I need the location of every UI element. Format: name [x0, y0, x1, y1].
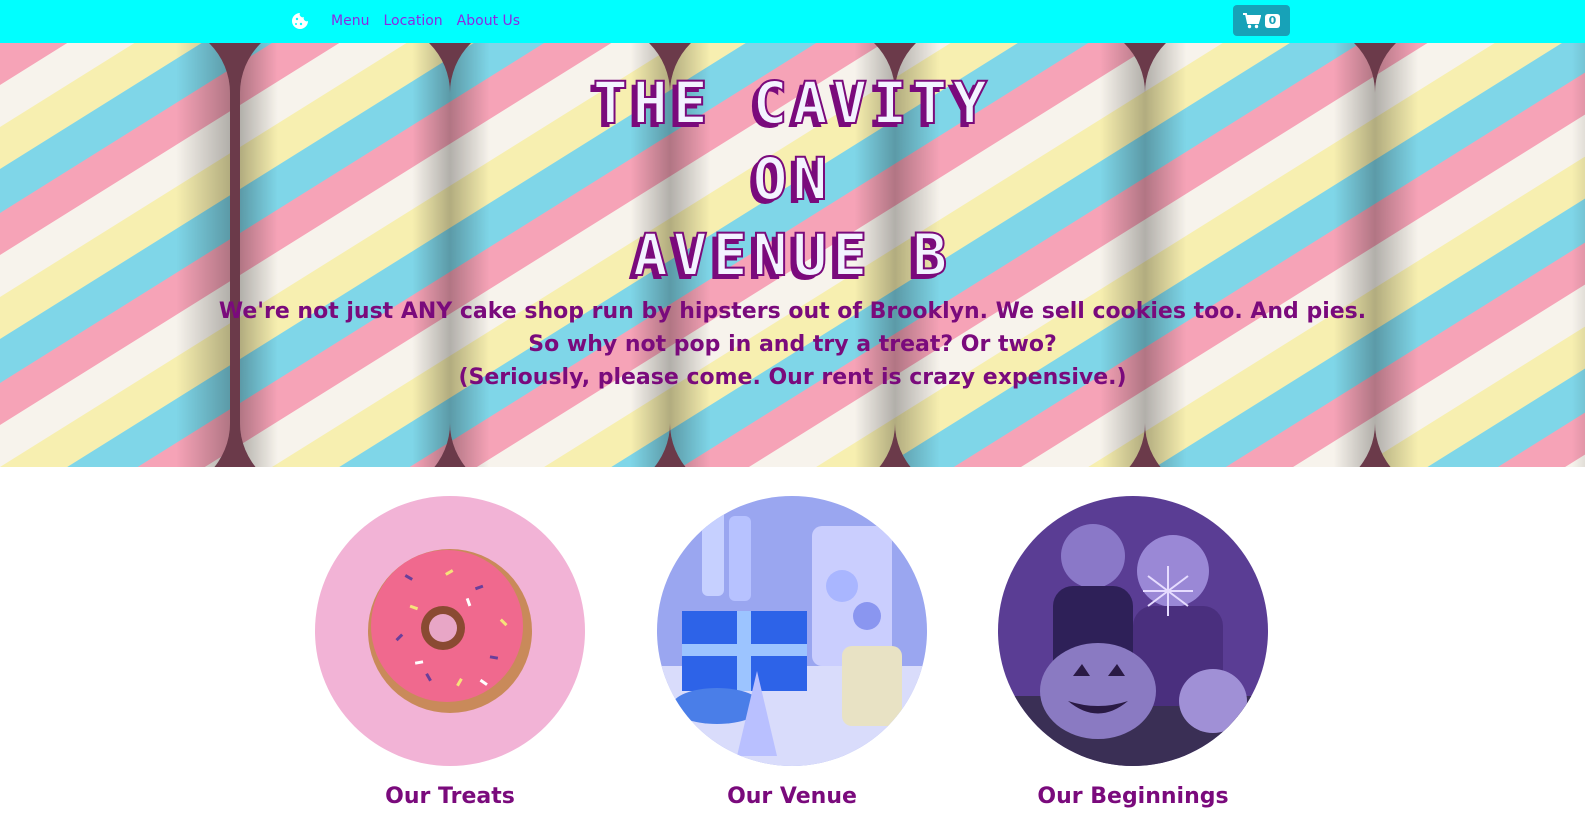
hero-tagline: We're not just ANY cake shop run by hips… — [0, 295, 1585, 394]
nav-links: Menu Location About Us — [331, 13, 520, 29]
feature-caption[interactable]: Our Treats — [315, 784, 585, 809]
feature-caption[interactable]: Our Venue — [657, 784, 927, 809]
nav-link-about-us[interactable]: About Us — [457, 13, 520, 29]
tagline-line: We're not just ANY cake shop run by hips… — [218, 299, 1367, 324]
hero-banner: THE CAVITY ON AVENUE B We're not just AN… — [0, 43, 1585, 467]
navbar: Menu Location About Us 0 — [0, 0, 1585, 43]
feature-venue[interactable]: Our Venue — [657, 496, 927, 809]
feature-beginnings[interactable]: Our Beginnings — [998, 496, 1268, 809]
feature-caption[interactable]: Our Beginnings — [998, 784, 1268, 809]
kids-halloween-pumpkin-photo[interactable] — [998, 496, 1268, 766]
tagline-line: (Seriously, please come. Our rent is cra… — [458, 365, 1127, 390]
hero-title: THE CAVITY ON AVENUE B — [0, 65, 1585, 293]
shopping-cart-icon — [1242, 12, 1261, 28]
nav-link-menu[interactable]: Menu — [331, 13, 369, 29]
cookie-icon[interactable] — [291, 12, 309, 30]
feature-treats[interactable]: Our Treats — [315, 496, 585, 809]
cart-button[interactable]: 0 — [1233, 5, 1290, 36]
nav-link-location[interactable]: Location — [383, 13, 442, 29]
tagline-line: So why not pop in and try a treat? Or tw… — [528, 332, 1057, 357]
hero-title-line: THE CAVITY — [592, 68, 993, 138]
party-table-photo[interactable] — [657, 496, 927, 766]
hero-title-line: ON — [752, 144, 833, 214]
cart-count-badge: 0 — [1264, 13, 1281, 28]
pink-donut-photo[interactable] — [315, 496, 585, 766]
hero-title-line: AVENUE B — [632, 220, 953, 290]
